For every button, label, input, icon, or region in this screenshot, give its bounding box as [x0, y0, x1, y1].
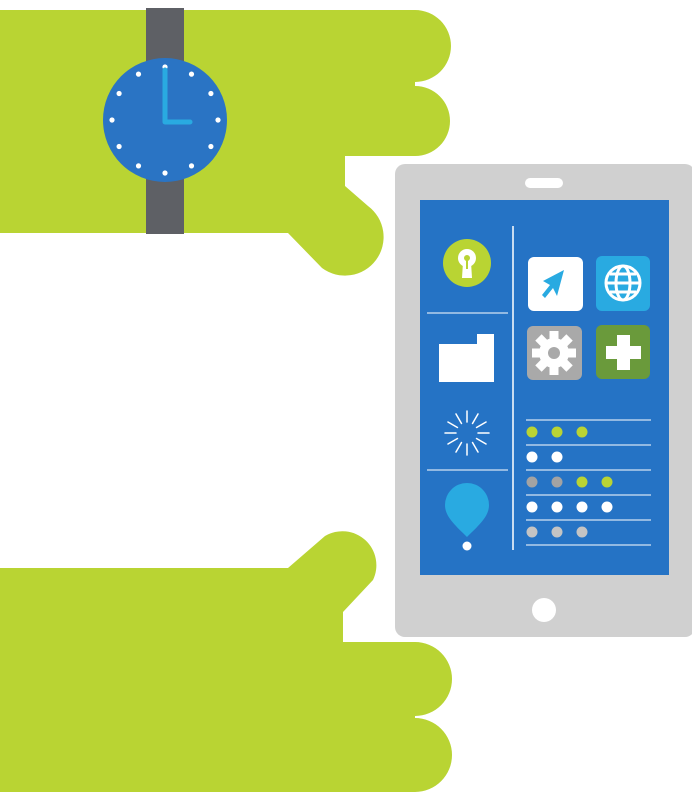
- illustration: [0, 8, 692, 792]
- list-dot: [526, 526, 538, 538]
- watch-hour-marker: [109, 117, 115, 123]
- app-tile-settings[interactable]: [527, 326, 582, 380]
- list-dot: [526, 426, 538, 438]
- list-dot: [576, 426, 588, 438]
- watch-hour-marker: [116, 90, 122, 97]
- watch-hour-marker: [215, 117, 221, 123]
- watch-hour-marker: [135, 71, 142, 77]
- watch-hour-marker: [208, 143, 214, 150]
- watch-hour-marker: [135, 163, 142, 169]
- gear-icon: [532, 331, 576, 375]
- app-tile-globe[interactable]: [596, 256, 650, 311]
- watch-hour-marker: [208, 90, 214, 97]
- list-dot: [576, 526, 588, 538]
- tablet-speaker: [525, 178, 563, 188]
- watch-hour-marker: [188, 163, 195, 169]
- list-dot: [551, 501, 563, 513]
- list-dot: [551, 426, 563, 438]
- tablet: [395, 164, 692, 637]
- list-dot: [526, 476, 538, 488]
- list-dot: [601, 501, 613, 513]
- list-dot: [551, 476, 563, 488]
- lower-hand-shape: [0, 531, 452, 792]
- lower-hand: [0, 531, 452, 792]
- watch-hour-marker: [188, 71, 195, 77]
- upper-hand: [0, 8, 451, 276]
- upper-hand-shape: [0, 10, 451, 276]
- watch-hour-marker: [116, 143, 122, 150]
- list-dot: [576, 476, 588, 488]
- list-dot: [551, 451, 563, 463]
- list-dot: [601, 476, 613, 488]
- watch-hour-marker: [162, 170, 168, 176]
- app-tile-add[interactable]: [596, 325, 650, 379]
- list-dot: [576, 501, 588, 513]
- list-dot: [526, 451, 538, 463]
- tablet-home-button[interactable]: [532, 598, 556, 622]
- list-dot: [551, 526, 563, 538]
- list-dot: [526, 501, 538, 513]
- app-tile-navigation[interactable]: [528, 257, 583, 311]
- keyhole-icon[interactable]: [443, 239, 491, 287]
